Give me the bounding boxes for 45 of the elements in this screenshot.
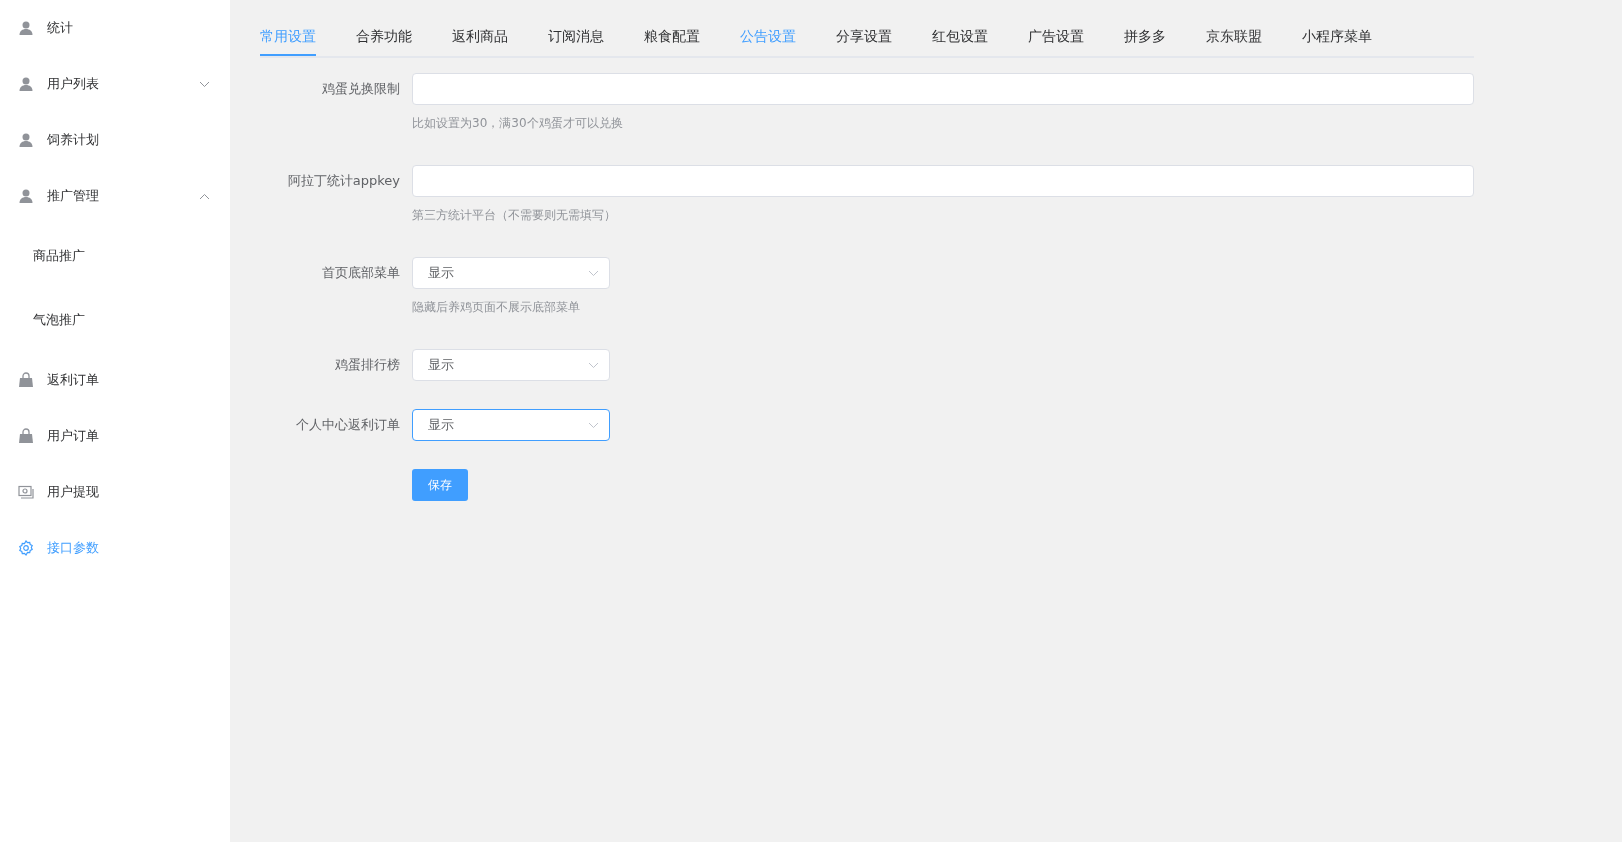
tab[interactable]: 粮食配置	[644, 18, 700, 56]
tab[interactable]: 订阅消息	[548, 18, 604, 56]
sidebar-item[interactable]: 推广管理	[0, 168, 230, 224]
input-field[interactable]	[412, 73, 1474, 105]
field-label: 个人中心返利订单	[295, 416, 400, 434]
settings-icon	[18, 540, 34, 556]
sidebar-item[interactable]: 用户列表	[0, 56, 230, 112]
person-icon	[18, 132, 34, 148]
field-hint: 隐藏后养鸡页面不展示底部菜单	[412, 299, 581, 315]
tab[interactable]: 小程序菜单	[1302, 18, 1372, 56]
select-field[interactable]: 显示	[412, 257, 610, 289]
sidebar-item[interactable]: 统计	[0, 0, 230, 56]
field-label: 鸡蛋排行榜	[334, 356, 400, 374]
tab[interactable]: 返利商品	[452, 18, 508, 56]
select-field[interactable]: 显示	[412, 349, 610, 381]
tab[interactable]: 京东联盟	[1206, 18, 1262, 56]
chevron-up-icon	[199, 192, 210, 200]
person-icon	[18, 188, 34, 204]
tab[interactable]: 广告设置	[1028, 18, 1084, 56]
tab[interactable]: 分享设置	[836, 18, 892, 56]
tab[interactable]: 红包设置	[932, 18, 988, 56]
field-label: 阿拉丁统计appkey	[286, 172, 400, 190]
person-icon	[18, 20, 34, 36]
sidebar-item[interactable]: 返利订单	[0, 352, 230, 408]
sidebar-item[interactable]: 饲养计划	[0, 112, 230, 168]
tab[interactable]: 拼多多	[1124, 18, 1166, 56]
field-label: 鸡蛋兑换限制	[321, 80, 400, 98]
chevron-down-icon	[588, 421, 599, 429]
person-icon	[18, 76, 34, 92]
field-label: 首页底部菜单	[321, 264, 400, 282]
chevron-down-icon	[588, 269, 599, 277]
bag-icon	[18, 372, 34, 388]
sidebar-subitem[interactable]: 气泡推广	[0, 288, 230, 352]
chevron-down-icon	[588, 361, 599, 369]
banknote-icon	[18, 484, 34, 500]
chevron-down-icon	[199, 80, 210, 88]
sidebar-subitem[interactable]: 商品推广	[0, 224, 230, 288]
field-hint: 比如设置为30，满30个鸡蛋才可以兑换	[412, 115, 624, 131]
input-field[interactable]	[412, 165, 1474, 197]
tab[interactable]: 合养功能	[356, 18, 412, 56]
sidebar-item[interactable]: 用户提现	[0, 464, 230, 520]
bag-icon	[18, 428, 34, 444]
sidebar-item[interactable]: 用户订单	[0, 408, 230, 464]
field-hint: 第三方统计平台（不需要则无需填写）	[412, 207, 617, 223]
select-field[interactable]: 显示	[412, 409, 610, 441]
